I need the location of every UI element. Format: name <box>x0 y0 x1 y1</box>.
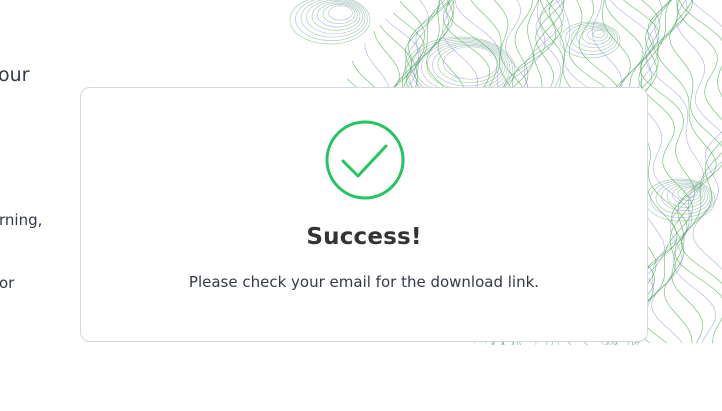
check-circle-icon <box>325 120 405 200</box>
contour-loop <box>581 27 611 45</box>
success-message: Please check your email for the download… <box>188 273 540 291</box>
contour-loop <box>295 0 368 41</box>
contour-loop <box>328 5 353 21</box>
contour-loop <box>421 40 508 94</box>
contour-loop <box>322 4 356 24</box>
page: our rning, or Success! Please check your… <box>0 0 722 411</box>
success-modal: Success! Please check your email for the… <box>80 87 648 342</box>
contour-loop <box>443 46 498 80</box>
contour-line <box>672 0 722 344</box>
background-text-fragment: or <box>0 274 15 292</box>
success-title: Success! <box>306 224 422 250</box>
contour-loop <box>592 30 606 38</box>
contour-loop <box>311 1 361 31</box>
background-text-fragment: our <box>0 64 30 86</box>
contour-loop <box>559 21 621 59</box>
contour-loop <box>432 43 503 87</box>
background-text-fragment: rning, <box>0 211 43 229</box>
